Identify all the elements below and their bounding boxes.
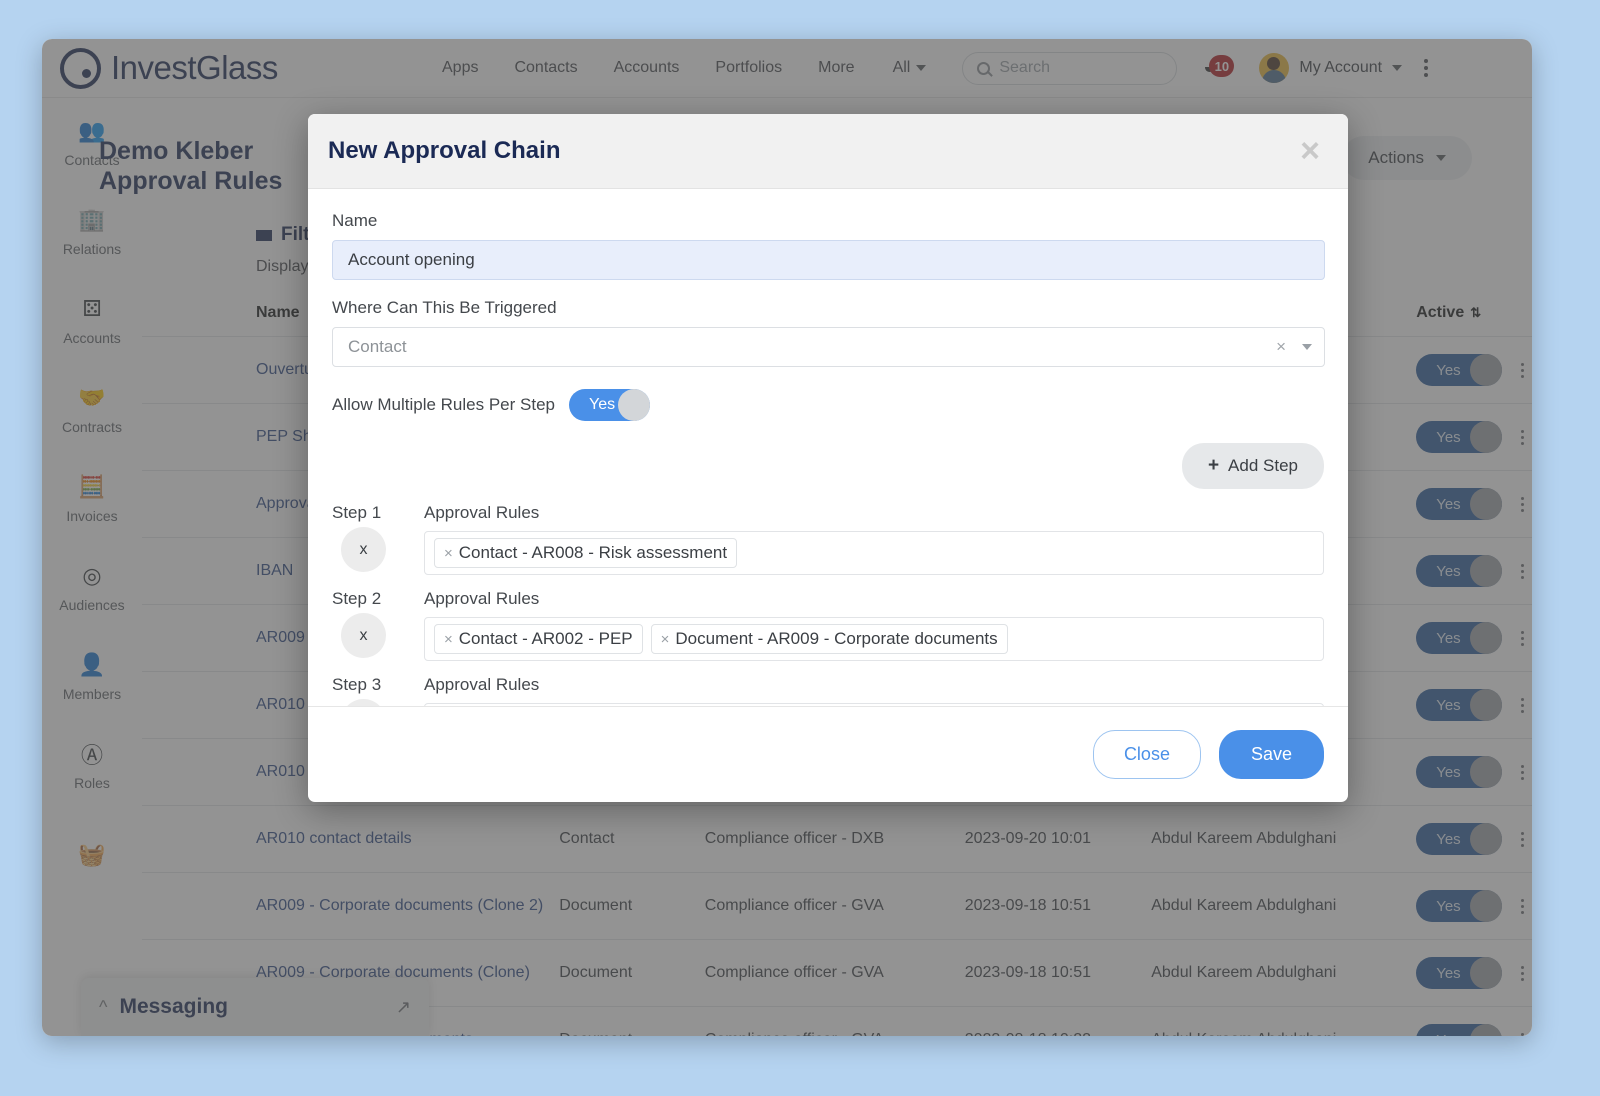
approval-rules-input[interactable]: ×Contact - AR002 - PEP ×Document - AR009 … — [424, 617, 1324, 661]
add-step-row: + Add Step — [332, 443, 1324, 489]
name-input[interactable]: Account opening — [332, 240, 1325, 280]
new-approval-chain-dialog: New Approval Chain × Name Account openin… — [308, 114, 1348, 802]
modal-body: Name Account opening Where Can This Be T… — [308, 189, 1348, 706]
trigger-select[interactable]: Contact × — [332, 327, 1325, 367]
approval-rules-label: Approval Rules — [424, 503, 1324, 523]
approval-rules-label: Approval Rules — [424, 675, 1324, 695]
rule-tag[interactable]: ×Document - AR009 - Corporate documents — [651, 624, 1008, 654]
modal-header: New Approval Chain × — [308, 114, 1348, 189]
step-right: Approval Rules ×Contact - AR008 - Risk as… — [424, 503, 1324, 575]
clear-x-icon[interactable]: × — [1276, 337, 1286, 357]
chevron-down-icon — [1302, 344, 1312, 350]
step-row: Step 3 x Approval Rules×Document - Ouvertu… — [332, 675, 1324, 706]
modal-title: New Approval Chain — [328, 137, 560, 165]
allow-multiple-rules-label: Allow Multiple Rules Per Step — [332, 395, 555, 415]
approval-rules-label: Approval Rules — [424, 589, 1324, 609]
rule-tag[interactable]: ×Contact - AR008 - Risk assessment — [434, 538, 737, 568]
remove-tag-icon[interactable]: × — [444, 631, 453, 648]
remove-tag-icon[interactable]: × — [444, 545, 453, 562]
step-label: Step 1 — [332, 503, 402, 523]
app-window: InvestGlass Apps Contacts Accounts Portf… — [42, 39, 1532, 1036]
step-left: Step 3 x — [332, 675, 402, 706]
name-input-value: Account opening — [348, 250, 475, 270]
allow-multiple-rules-toggle[interactable]: Yes — [569, 389, 650, 421]
approval-rules-input[interactable]: ×Contact - AR008 - Risk assessment — [424, 531, 1324, 575]
step-row: Step 1 x Approval Rules ×Contact - AR008 - … — [332, 503, 1324, 575]
add-step-button[interactable]: + Add Step — [1182, 443, 1324, 489]
step-label: Step 3 — [332, 675, 402, 695]
add-step-label: Add Step — [1228, 456, 1298, 476]
step-row: Step 2 x Approval Rules ×Contact - AR002 - … — [332, 589, 1324, 661]
remove-step-button[interactable]: x — [341, 613, 386, 658]
toggle-value: Yes — [589, 396, 615, 414]
save-button[interactable]: Save — [1219, 730, 1324, 779]
trigger-select-value: Contact — [348, 337, 407, 357]
step-right: Approval Rules×Document - Ouverture de c… — [424, 675, 1324, 706]
close-button[interactable]: Close — [1093, 730, 1201, 779]
step-left: Step 1 x — [332, 503, 402, 575]
step-left: Step 2 x — [332, 589, 402, 661]
trigger-field-label: Where Can This Be Triggered — [332, 298, 1324, 318]
steps-list: Step 1 x Approval Rules ×Contact - AR008 - … — [332, 503, 1324, 706]
plus-icon: + — [1208, 455, 1219, 477]
modal-footer: Close Save — [308, 706, 1348, 802]
remove-tag-icon[interactable]: × — [661, 631, 670, 648]
rule-tag[interactable]: ×Contact - AR002 - PEP — [434, 624, 643, 654]
step-label: Step 2 — [332, 589, 402, 609]
remove-step-button[interactable]: x — [341, 699, 386, 706]
close-icon[interactable]: × — [1300, 134, 1320, 168]
step-right: Approval Rules ×Contact - AR002 - PEP ×Doc… — [424, 589, 1324, 661]
name-field-label: Name — [332, 211, 1324, 231]
remove-step-button[interactable]: x — [341, 527, 386, 572]
allow-multiple-rules-row: Allow Multiple Rules Per Step Yes — [332, 389, 1324, 421]
